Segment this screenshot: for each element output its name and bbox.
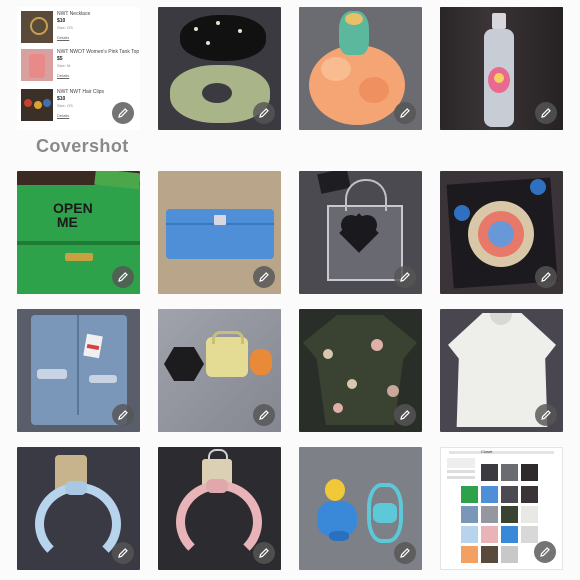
edit-button[interactable] bbox=[112, 404, 134, 426]
edit-button[interactable] bbox=[112, 102, 134, 124]
pencil-icon bbox=[400, 548, 410, 558]
necklace-thumbnail bbox=[21, 11, 53, 43]
edit-button[interactable] bbox=[253, 542, 275, 564]
pencil-icon bbox=[118, 272, 128, 282]
edit-button[interactable] bbox=[394, 102, 416, 124]
white-blouse-tile[interactable] bbox=[440, 309, 563, 432]
listing-price: $10 bbox=[57, 18, 66, 24]
pencil-icon bbox=[400, 272, 410, 282]
listing-size: Size: OS bbox=[57, 103, 73, 108]
listing-title: NWT Necklace bbox=[57, 11, 91, 17]
pencil-icon bbox=[541, 272, 551, 282]
edit-button[interactable] bbox=[253, 102, 275, 124]
listing-details-link[interactable]: Details bbox=[57, 35, 69, 40]
blue-headband-tile[interactable] bbox=[17, 447, 140, 570]
edit-button[interactable] bbox=[112, 266, 134, 288]
closet-header: Closet bbox=[481, 449, 493, 454]
listing-details-link[interactable]: Details bbox=[57, 73, 69, 78]
listing-screenshot-tile[interactable]: NWT Necklace $10 Size: OS Details NWT NW… bbox=[17, 7, 140, 130]
pencil-icon bbox=[400, 410, 410, 420]
hair-clips-thumbnail bbox=[21, 89, 53, 121]
section-title: Covershot bbox=[36, 136, 129, 156]
edit-button[interactable] bbox=[253, 266, 275, 288]
pencil-icon bbox=[259, 108, 269, 118]
denim-shorts-tile[interactable] bbox=[17, 309, 140, 432]
listing-details-link[interactable]: Details bbox=[57, 113, 69, 118]
scrunchies-tile[interactable] bbox=[158, 7, 281, 130]
closet-screenshot-tile[interactable]: Closet bbox=[440, 447, 563, 570]
loofah-tile[interactable] bbox=[299, 7, 422, 130]
listing-price: $5 bbox=[57, 56, 63, 62]
pink-headband-tile[interactable] bbox=[158, 447, 281, 570]
clear-tote-tile[interactable] bbox=[299, 171, 422, 294]
pencil-icon bbox=[118, 548, 128, 558]
bottle-tile[interactable] bbox=[440, 7, 563, 130]
edit-button[interactable] bbox=[253, 404, 275, 426]
edit-button[interactable] bbox=[535, 266, 557, 288]
edit-button[interactable] bbox=[394, 404, 416, 426]
listing-title: NWT NWOT Women's Pink Tank Top bbox=[57, 49, 140, 55]
pencil-icon bbox=[540, 547, 550, 557]
edit-button[interactable] bbox=[394, 266, 416, 288]
pencil-icon bbox=[259, 548, 269, 558]
list-item: NWT Necklace $10 Size: OS Details bbox=[17, 9, 140, 45]
pencil-icon bbox=[118, 108, 128, 118]
edit-button[interactable] bbox=[534, 541, 556, 563]
pencil-icon bbox=[541, 410, 551, 420]
list-item: NWT NWOT Women's Pink Tank Top $5 Size: … bbox=[17, 47, 140, 83]
listing-title: NWT NWT Hair Clips bbox=[57, 89, 105, 95]
listing-price: $10 bbox=[57, 96, 66, 102]
edit-button[interactable] bbox=[112, 542, 134, 564]
pencil-icon bbox=[259, 272, 269, 282]
listing-size: Size: OS bbox=[57, 25, 73, 30]
bath-toys-tile[interactable] bbox=[299, 447, 422, 570]
wallet-tile[interactable] bbox=[158, 171, 281, 294]
nail-kit-tile[interactable] bbox=[440, 171, 563, 294]
pencil-icon bbox=[400, 108, 410, 118]
jewelry-box-tile[interactable]: OPEN ME bbox=[17, 171, 140, 294]
pencil-icon bbox=[118, 410, 128, 420]
edit-button[interactable] bbox=[535, 404, 557, 426]
floral-kimono-tile[interactable] bbox=[299, 309, 422, 432]
listing-size: Size: M bbox=[57, 63, 71, 68]
pencil-icon bbox=[541, 108, 551, 118]
edit-button[interactable] bbox=[394, 542, 416, 564]
pencil-icon bbox=[259, 410, 269, 420]
edit-button[interactable] bbox=[535, 102, 557, 124]
toys-tile[interactable] bbox=[158, 309, 281, 432]
tank-top-thumbnail bbox=[21, 49, 53, 81]
